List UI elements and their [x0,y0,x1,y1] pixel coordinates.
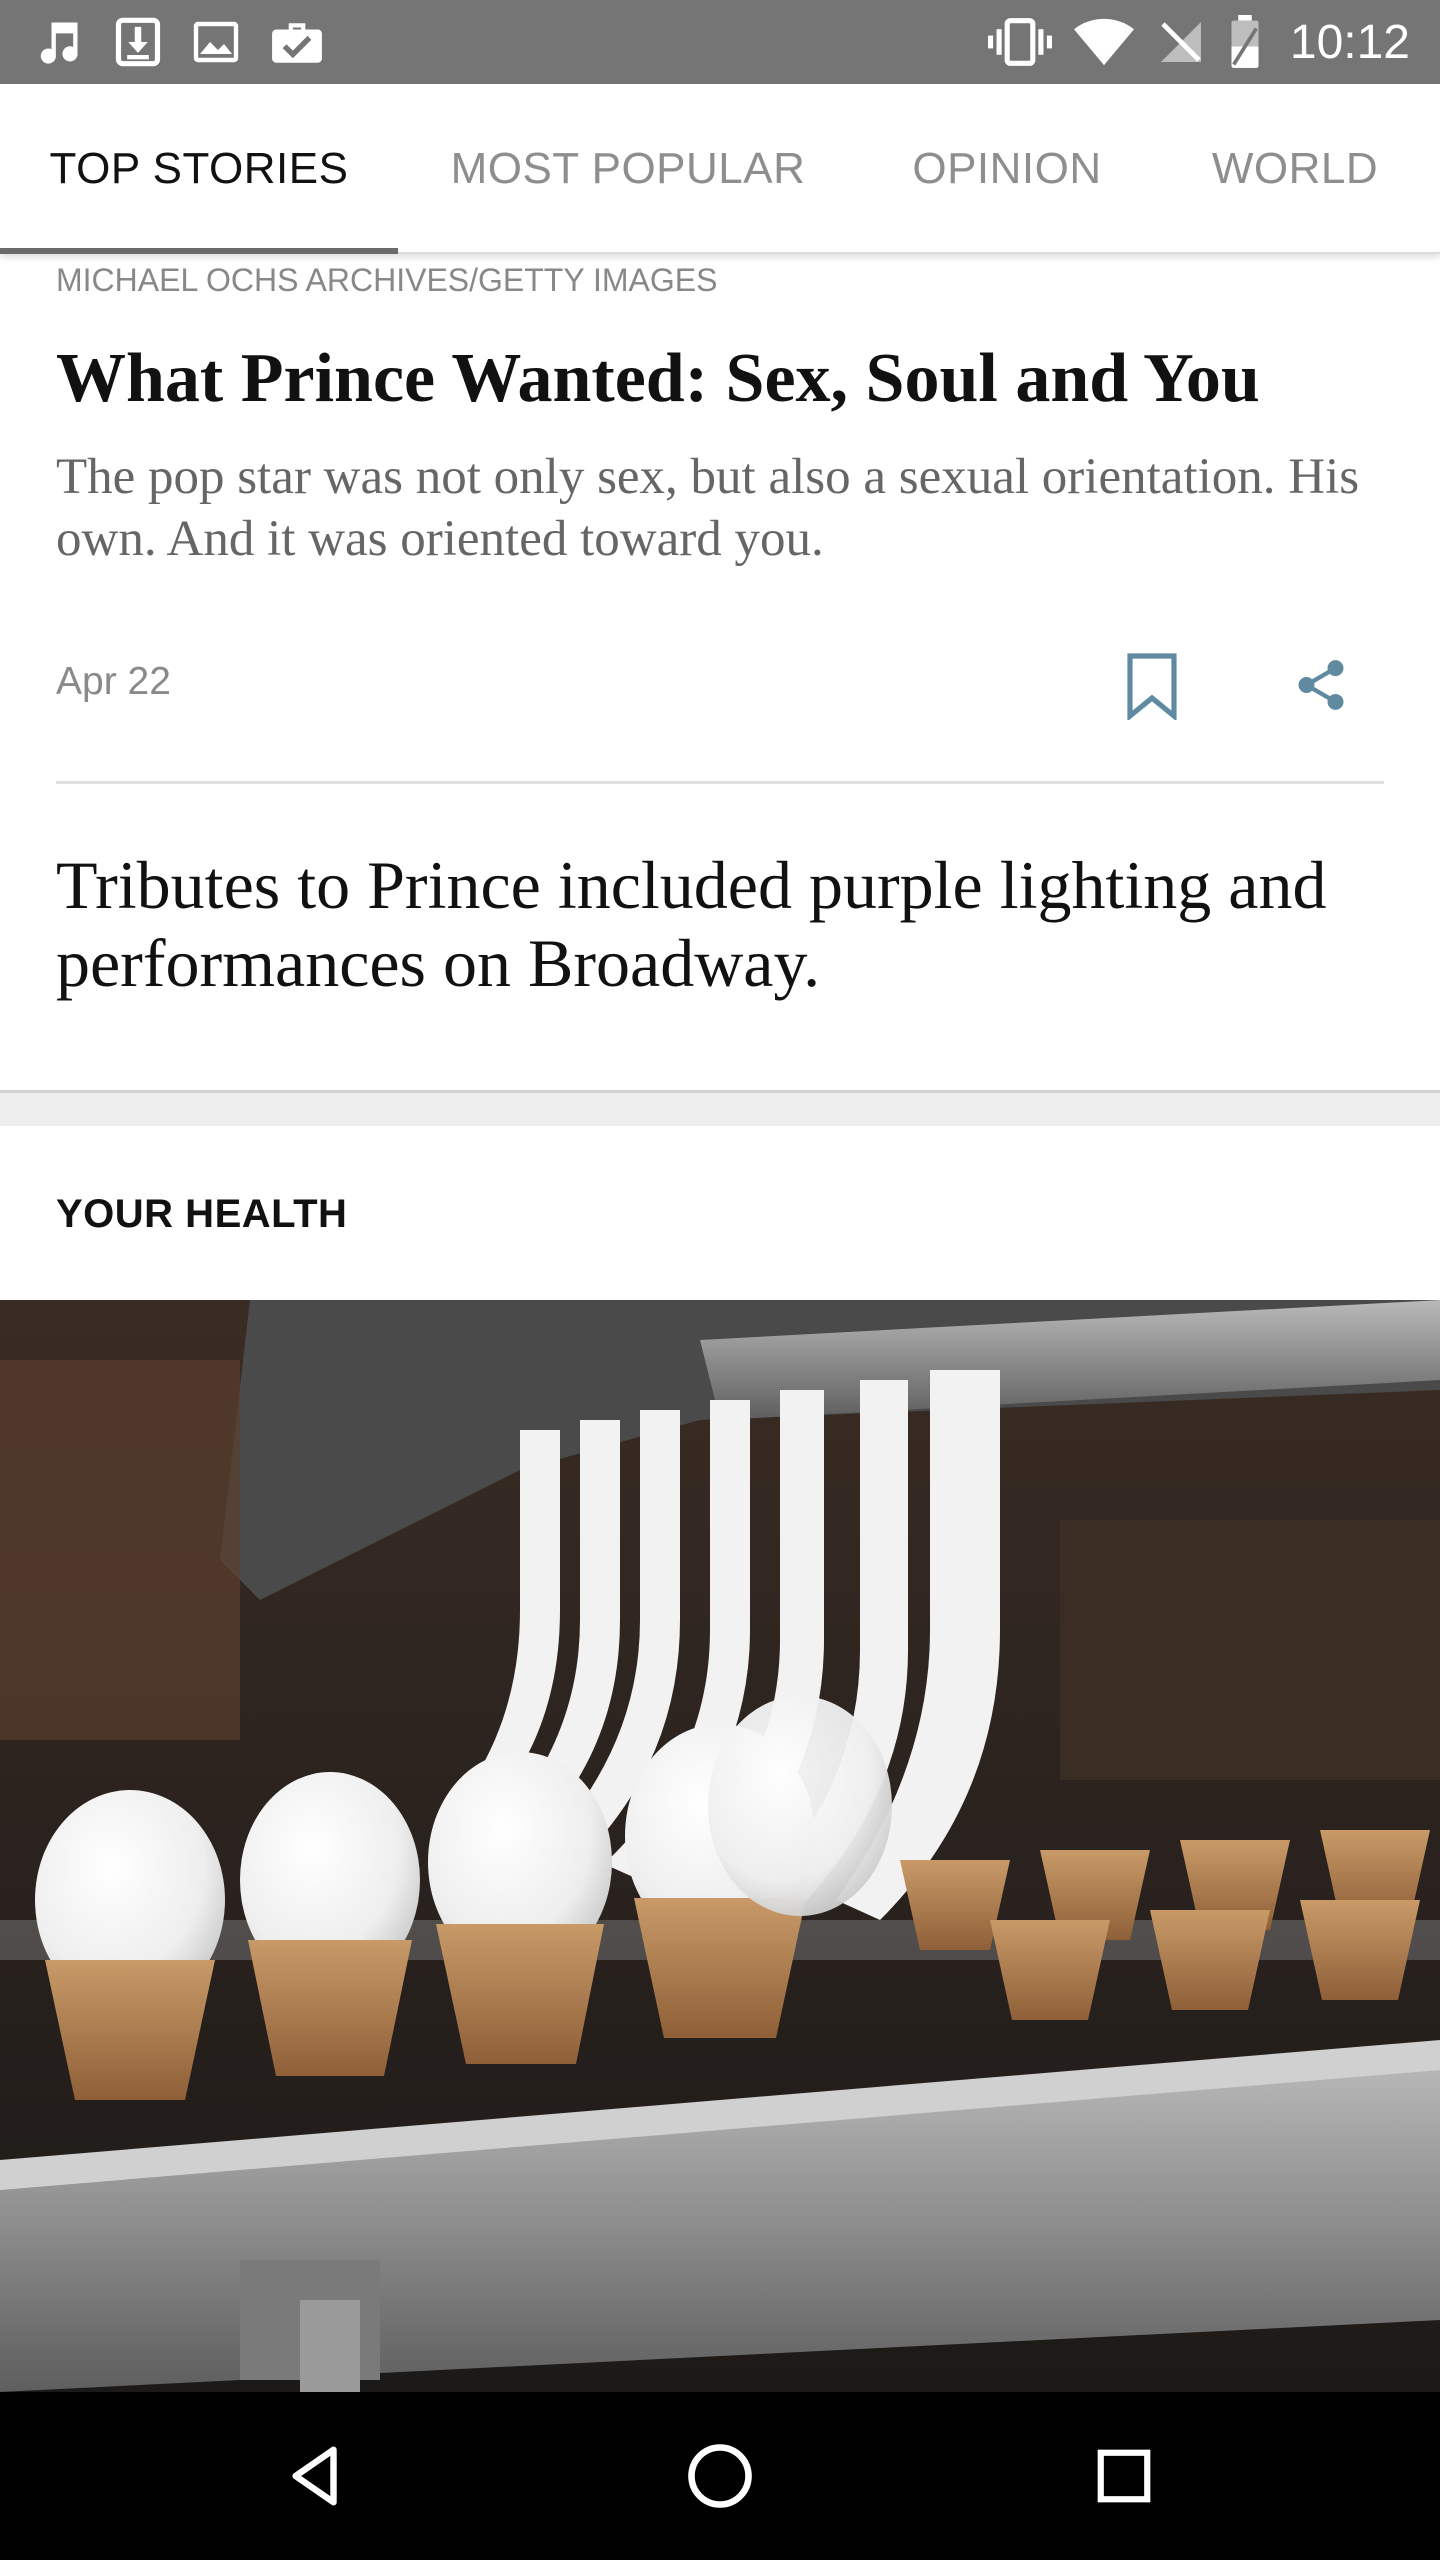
back-icon[interactable] [266,2426,366,2526]
section-title: YOUR HEALTH [56,1192,348,1236]
share-icon[interactable] [1292,656,1350,719]
article-headline-secondary[interactable]: Tributes to Prince included purple light… [56,846,1396,1002]
section-tab-bar: TOP STORIES MOST POPULAR OPINION WORLD [0,84,1440,254]
vibrate-icon [987,16,1052,68]
tab-opinion[interactable]: OPINION [870,84,1144,254]
section-separator [0,1090,1440,1126]
active-tab-indicator [0,248,398,254]
recents-icon[interactable] [1074,2426,1174,2526]
article-summary[interactable]: The pop star was not only sex, but also … [56,446,1396,570]
bookmark-icon[interactable] [1124,652,1180,725]
no-signal-icon [1156,18,1206,66]
clock: 10:12 [1289,15,1410,69]
home-icon[interactable] [670,2426,770,2526]
wifi-icon [1073,18,1134,66]
photo-credit: MICHAEL OCHS ARCHIVES/GETTY IMAGES [56,262,718,298]
music-icon [32,16,84,68]
battery-icon [1228,15,1262,69]
tab-world[interactable]: WORLD [1170,84,1420,254]
tab-top-stories[interactable]: TOP STORIES [0,84,398,254]
briefcase-check-icon [270,16,324,68]
article-headline[interactable]: What Prince Wanted: Sex, Soul and You [56,336,1386,422]
notification-icons [32,14,324,70]
navigation-bar [0,2392,1440,2560]
ice-cream-cones-photo[interactable] [0,1300,1440,2392]
article-date: Apr 22 [56,660,171,703]
download-icon [114,16,162,68]
divider [56,781,1384,784]
system-icons: 10:12 [987,14,1410,70]
image-icon [192,18,240,66]
status-bar: 10:12 [0,0,1440,84]
tab-most-popular[interactable]: MOST POPULAR [410,84,846,254]
